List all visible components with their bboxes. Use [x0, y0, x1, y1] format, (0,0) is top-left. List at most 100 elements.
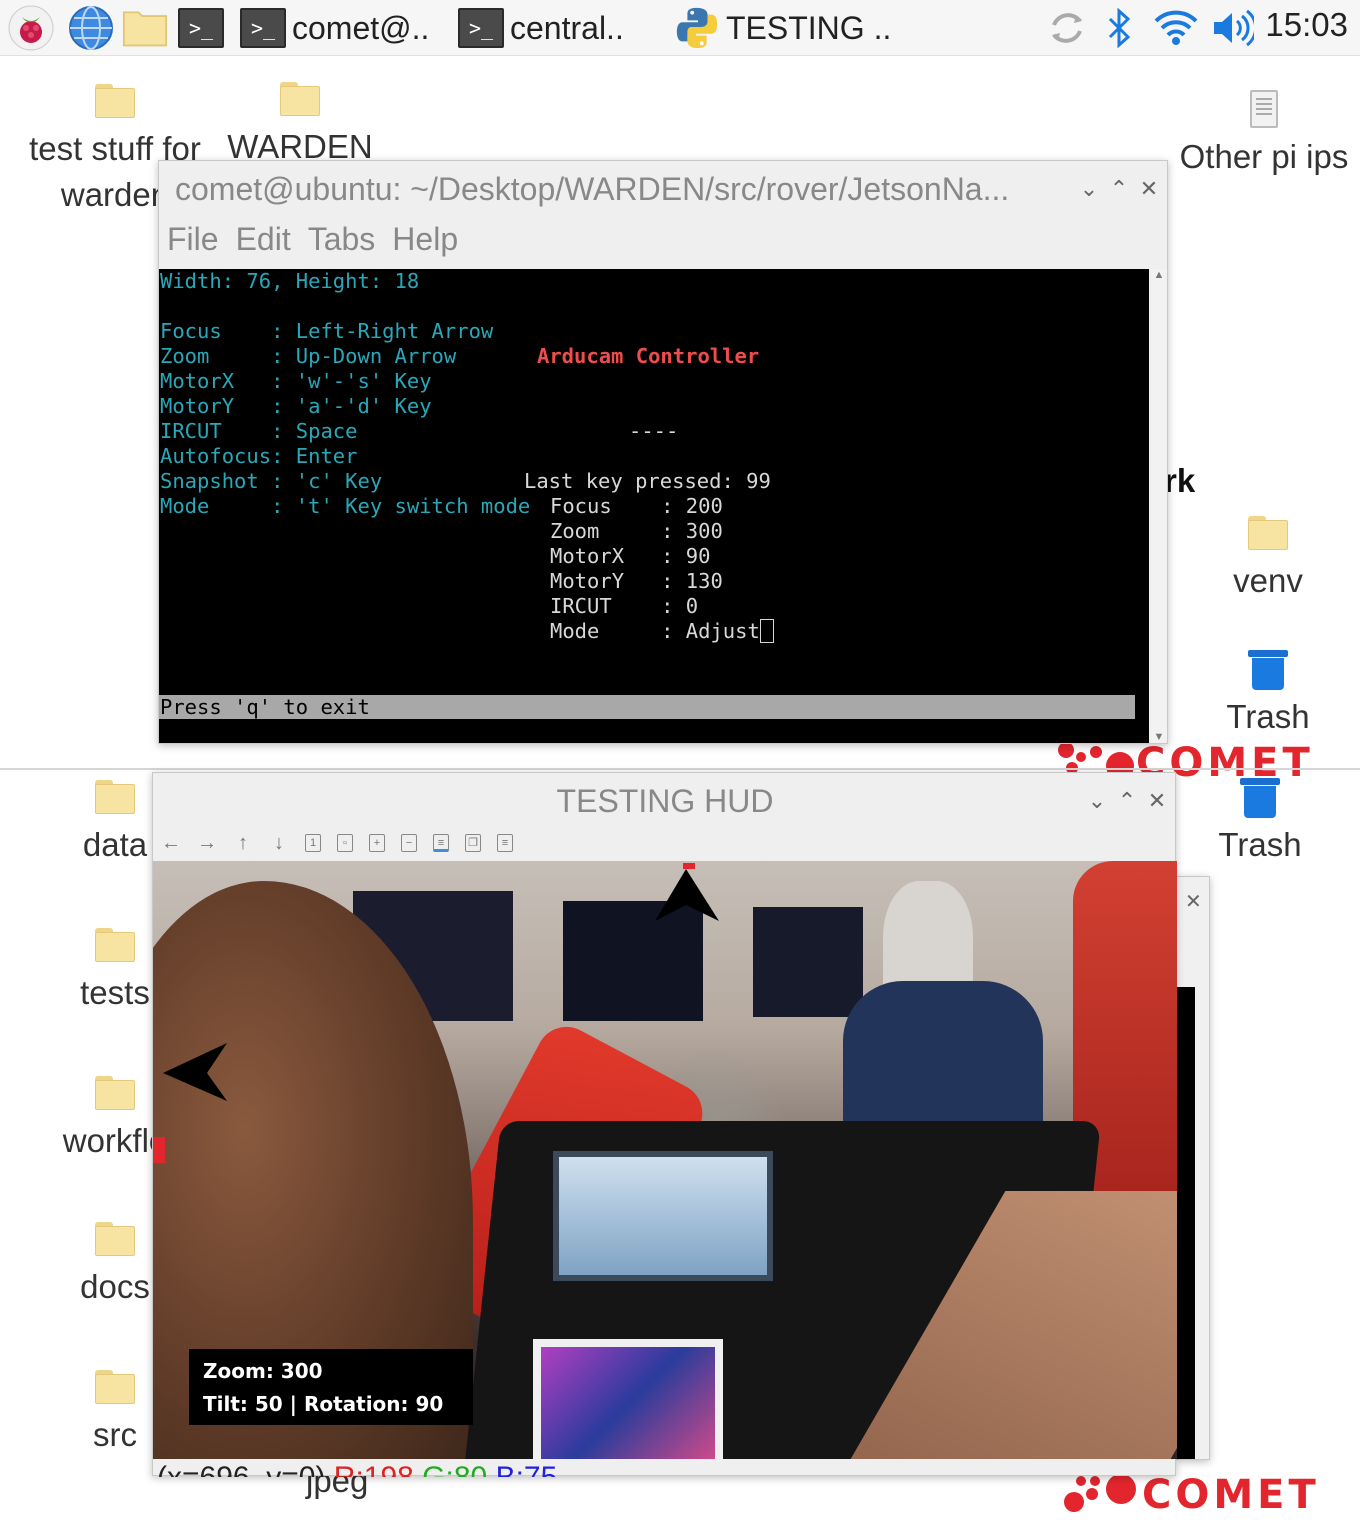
taskbar-window-testing[interactable]: TESTING .. [674, 4, 891, 52]
pan-right-icon[interactable]: → [197, 831, 217, 855]
wifi-icon[interactable] [1152, 4, 1200, 52]
desktop-file-other-pi-ips[interactable]: Other pi ips [1164, 90, 1360, 180]
hud-up-arrow-icon [655, 863, 719, 921]
last-key-line: Last key pressed: 99 [524, 469, 771, 493]
comet-logo-lower: COMET [1062, 1470, 1320, 1520]
taskbar-window-central[interactable]: >_ central.. [458, 4, 624, 52]
control-row: MotorX : 'w'-'s' Key [160, 369, 432, 393]
terminal-size-line: Width: 76, Height: 18 [160, 269, 420, 293]
status-row: Focus : 200 [550, 494, 723, 518]
bluetooth-icon[interactable] [1104, 4, 1134, 52]
zoom-fit-icon[interactable]: ▫ [337, 834, 353, 852]
close-icon[interactable]: ✕ [1185, 889, 1202, 914]
maximize-icon[interactable]: ⌃ [1117, 789, 1137, 813]
status-row: MotorY : 130 [550, 569, 723, 593]
scroll-down-icon[interactable]: ▼ [1151, 731, 1167, 743]
folder-icon [95, 1076, 135, 1110]
status-row: Mode : Adjust [550, 619, 774, 644]
status-row: IRCUT : 0 [550, 594, 699, 618]
minimize-icon[interactable]: ⌄ [1087, 789, 1107, 813]
terminal-scrollbar[interactable]: ▲ ▼ [1151, 269, 1167, 743]
hud-overlay: Zoom: 300 Tilt: 50 | Rotation: 90 [189, 1349, 473, 1425]
comet-dots-icon [1062, 1470, 1142, 1520]
volume-icon[interactable] [1210, 4, 1254, 52]
maximize-icon[interactable]: ⌃ [1109, 177, 1129, 201]
minimize-icon[interactable]: ⌄ [1079, 177, 1099, 201]
pixel-g: G:80 [422, 1463, 487, 1477]
text-file-icon [1250, 90, 1278, 128]
terminal-output[interactable]: Width: 76, Height: 18 Focus : Left-Right… [159, 269, 1149, 743]
status-row: MotorX : 90 [550, 544, 711, 568]
taskbar-window-comet[interactable]: >_ comet@.. [240, 4, 429, 52]
zoom-out-icon[interactable]: − [401, 834, 417, 852]
menu-edit[interactable]: Edit [236, 221, 291, 258]
desktop-folder-venv[interactable]: venv [1168, 516, 1360, 604]
terminal-launcher-button[interactable]: >_ [178, 4, 224, 52]
desktop-trash[interactable]: Trash [1168, 650, 1360, 740]
terminal-icon: >_ [458, 8, 504, 48]
sync-icon[interactable] [1046, 4, 1088, 52]
close-icon[interactable]: ✕ [1139, 177, 1159, 201]
camera-scene-monitor [753, 907, 863, 1017]
desktop-icon-label: Trash [1218, 826, 1302, 863]
desktop-trash-lower[interactable]: Trash [1160, 778, 1360, 868]
desktop-icon-label: tests [80, 974, 150, 1011]
web-browser-button[interactable] [68, 4, 114, 52]
terminal-icon: >_ [240, 8, 286, 48]
hud-toolbar: ← → ↑ ↓ 1 ▫ + − ≡ ❐ ≡ [161, 831, 513, 855]
pan-down-icon[interactable]: ↓ [269, 831, 289, 855]
camera-feed[interactable]: Zoom: 300 Tilt: 50 | Rotation: 90 [153, 861, 1177, 1459]
folder-icon [95, 780, 135, 814]
hud-tilt-rotation-text: Tilt: 50 | Rotation: 90 [203, 1392, 444, 1416]
control-row: Autofocus: Enter [160, 444, 358, 468]
globe-icon [68, 5, 114, 51]
app-title: Arducam Controller [537, 344, 760, 368]
file-manager-button[interactable] [122, 4, 168, 52]
menu-tabs[interactable]: Tabs [308, 221, 376, 258]
taskbar-window-label: TESTING .. [726, 9, 892, 46]
separator: ---- [629, 419, 679, 443]
desktop-folder-warden[interactable]: WARDEN [200, 82, 400, 170]
window-title: TESTING HUD [556, 783, 774, 819]
control-row: IRCUT : Space [160, 419, 358, 443]
folder-icon [95, 1222, 135, 1256]
control-row: Mode : 't' Key switch mode [160, 494, 531, 518]
clock[interactable]: 15:03 [1265, 6, 1348, 44]
save-image-icon[interactable]: ≡ [433, 834, 449, 852]
pan-left-icon[interactable]: ← [161, 831, 181, 855]
scroll-up-icon[interactable]: ▲ [1151, 269, 1167, 281]
menu-help[interactable]: Help [392, 221, 458, 258]
desktop-icon-label: data [82, 826, 148, 863]
pixel-coords: (x=696, y=0) [157, 1463, 325, 1477]
terminal-cursor [759, 619, 774, 643]
comet-logo-text: COMET [1142, 1472, 1320, 1518]
raspberry-pi-icon [8, 5, 54, 51]
menu-file[interactable]: File [167, 221, 219, 258]
camera-scene-screen [533, 1339, 723, 1459]
zoom-actual-icon[interactable]: 1 [305, 834, 321, 852]
folder-icon [95, 84, 135, 118]
exit-hint-bar: Press 'q' to exit [159, 695, 1135, 719]
control-row: MotorY : 'a'-'d' Key [160, 394, 432, 418]
folder-icon [1248, 516, 1288, 550]
desktop-icon-label: Other pi ips [1179, 138, 1349, 175]
hud-left-arrow-icon [163, 1043, 227, 1101]
hud-pixel-status: (x=696, y=0) R:198 G:80 B:75 [153, 1463, 1177, 1477]
properties-icon[interactable]: ≡ [497, 834, 513, 852]
window-title: comet@ubuntu: ~/Desktop/WARDEN/src/rover… [175, 171, 1010, 207]
raspberry-pi-menu-button[interactable] [8, 4, 54, 52]
control-row: Focus : Left-Right Arrow [160, 319, 494, 343]
desktop-icon-label: warden [60, 176, 170, 213]
taskbar-window-label: comet@.. [292, 9, 430, 46]
pixel-r: R:198 [334, 1463, 414, 1477]
background-window[interactable]: ✕ [1176, 876, 1210, 1460]
terminal-window[interactable]: comet@ubuntu: ~/Desktop/WARDEN/src/rover… [158, 160, 1168, 744]
copy-image-icon[interactable]: ❐ [465, 834, 481, 852]
camera-scene-screen [553, 1151, 773, 1281]
pan-up-icon[interactable]: ↑ [233, 831, 253, 855]
control-row: Zoom : Up-Down Arrow [160, 344, 457, 368]
zoom-in-icon[interactable]: + [369, 834, 385, 852]
testing-hud-window[interactable]: TESTING HUD ⌄ ⌃ ✕ ← → ↑ ↓ 1 ▫ + − ≡ ❐ ≡ [152, 772, 1177, 1477]
terminal-icon: >_ [178, 8, 224, 48]
close-icon[interactable]: ✕ [1147, 789, 1167, 813]
